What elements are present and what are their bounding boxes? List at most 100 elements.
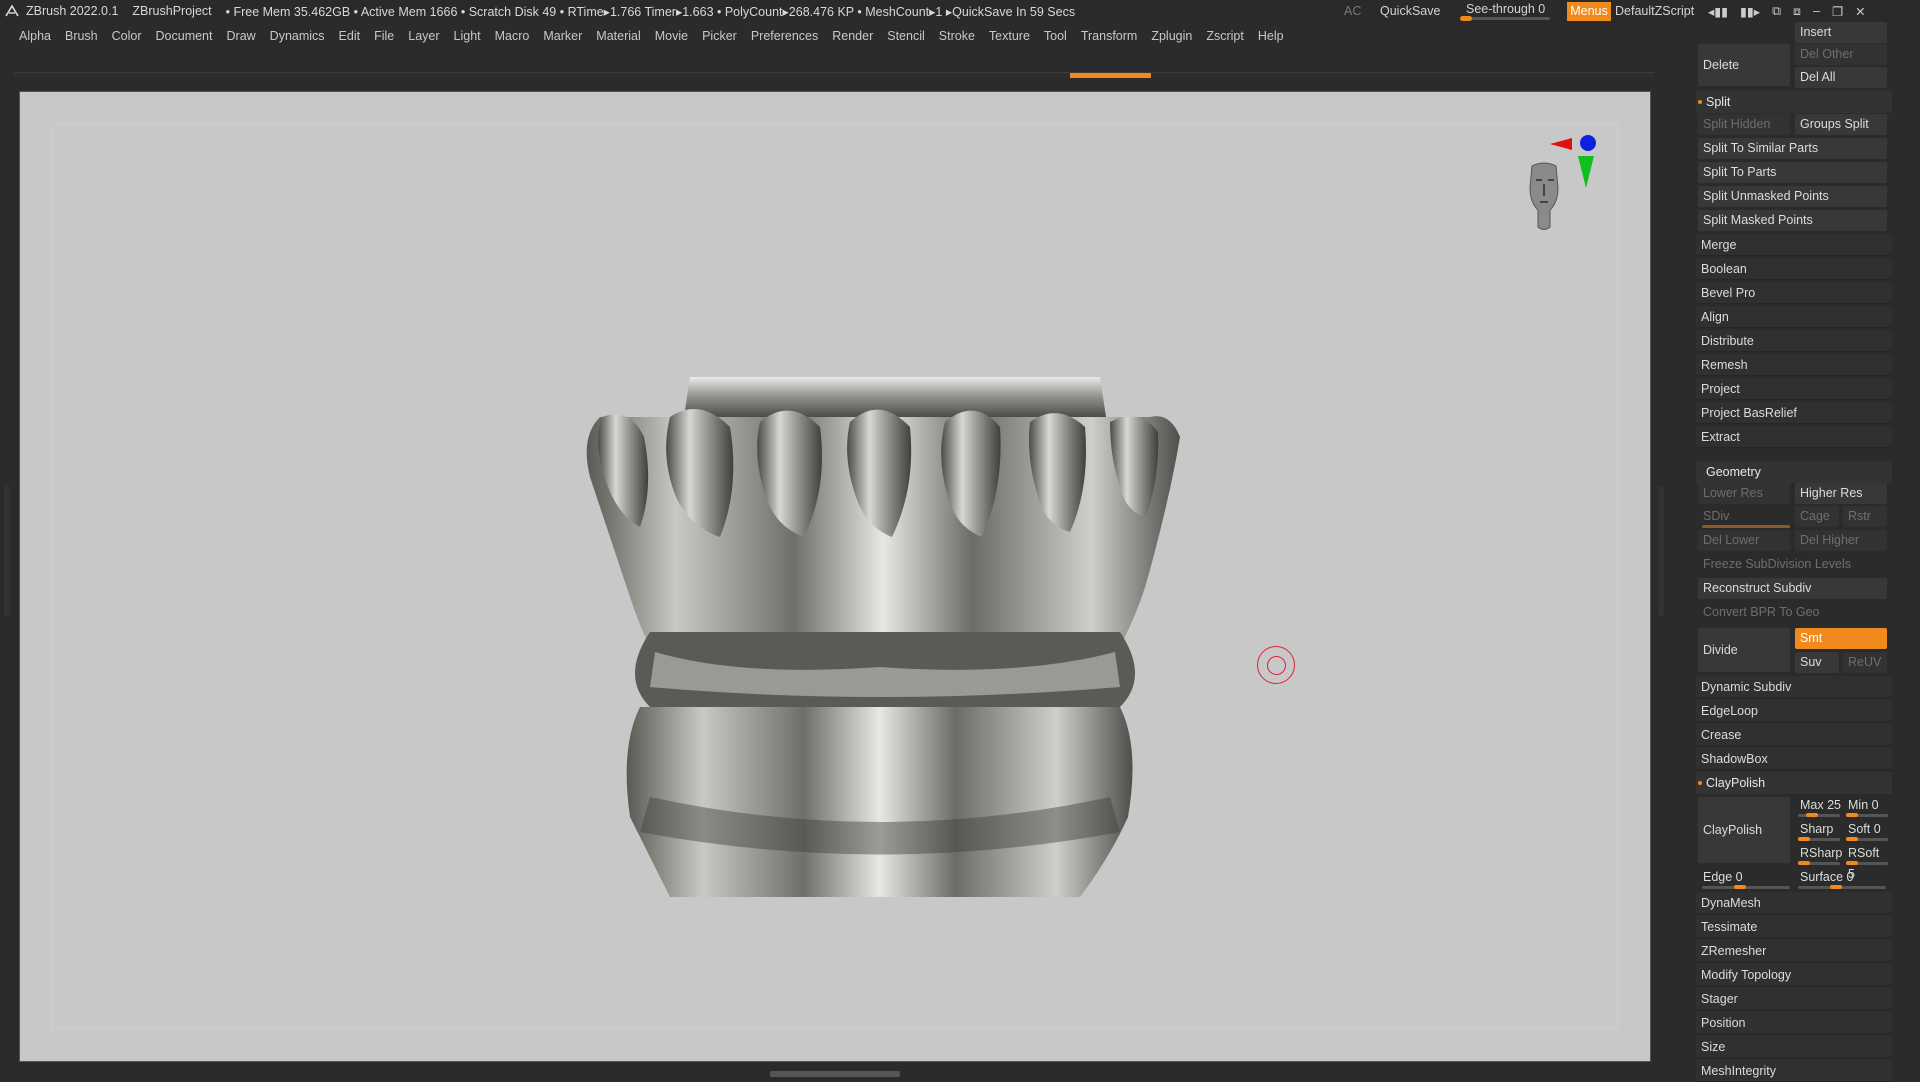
- menu-transform[interactable]: Transform: [1074, 29, 1145, 43]
- rstr-button[interactable]: Rstr: [1843, 506, 1887, 527]
- modify-topology-section[interactable]: Modify Topology: [1696, 964, 1892, 986]
- higher-res-button[interactable]: Higher Res: [1795, 483, 1887, 504]
- tessimate-section[interactable]: Tessimate: [1696, 916, 1892, 938]
- meshintegrity-section[interactable]: MeshIntegrity: [1696, 1060, 1892, 1082]
- see-through-slider[interactable]: See-through 0: [1460, 0, 1552, 22]
- project-section[interactable]: Project: [1696, 378, 1892, 400]
- menu-file[interactable]: File: [367, 29, 401, 43]
- reconstruct-subdiv-button[interactable]: Reconstruct Subdiv: [1698, 578, 1887, 599]
- stager-section[interactable]: Stager: [1696, 988, 1892, 1010]
- split-to-parts-button[interactable]: Split To Parts: [1698, 162, 1887, 183]
- layout-right-icon[interactable]: ▮▮▸: [1740, 4, 1760, 19]
- minimize-icon[interactable]: ‒: [1813, 4, 1820, 18]
- remesh-section[interactable]: Remesh: [1696, 354, 1892, 376]
- split-section-header[interactable]: Split: [1696, 91, 1892, 113]
- max-slider[interactable]: Max 25: [1795, 795, 1841, 816]
- sdiv-slider[interactable]: SDiv: [1698, 506, 1790, 527]
- zremesher-section[interactable]: ZRemesher: [1696, 940, 1892, 962]
- navigation-gizmo-icon[interactable]: [1510, 122, 1620, 242]
- close-icon[interactable]: ✕: [1855, 4, 1865, 19]
- reuv-toggle[interactable]: ReUV: [1843, 652, 1887, 673]
- menu-dynamics[interactable]: Dynamics: [263, 29, 332, 43]
- menu-stencil[interactable]: Stencil: [880, 29, 932, 43]
- extract-section[interactable]: Extract: [1696, 426, 1892, 448]
- del-lower-button[interactable]: Del Lower: [1698, 530, 1790, 551]
- see-through-knob[interactable]: [1460, 16, 1472, 21]
- bottom-tray-handle[interactable]: [770, 1071, 900, 1077]
- menu-picker[interactable]: Picker: [695, 29, 744, 43]
- size-section[interactable]: Size: [1696, 1036, 1892, 1058]
- min-slider-knob[interactable]: [1846, 813, 1858, 817]
- menu-brush[interactable]: Brush: [58, 29, 105, 43]
- groups-split-button[interactable]: Groups Split: [1795, 114, 1887, 135]
- menus-button[interactable]: Menus: [1567, 2, 1611, 21]
- cage-button[interactable]: Cage: [1795, 506, 1839, 527]
- viewport-canvas[interactable]: [19, 91, 1651, 1062]
- geometry-section-header[interactable]: Geometry: [1696, 461, 1892, 483]
- default-zscript-button[interactable]: DefaultZScript: [1615, 0, 1694, 22]
- project-basrelief-section[interactable]: Project BasRelief: [1696, 402, 1892, 424]
- sculpt-mesh-teeth[interactable]: [580, 377, 1180, 897]
- menu-marker[interactable]: Marker: [536, 29, 589, 43]
- position-section[interactable]: Position: [1696, 1012, 1892, 1034]
- smt-toggle[interactable]: Smt: [1795, 628, 1887, 649]
- bevel-pro-section[interactable]: Bevel Pro: [1696, 282, 1892, 304]
- menu-material[interactable]: Material: [589, 29, 647, 43]
- quicksave-button[interactable]: QuickSave: [1380, 0, 1440, 22]
- surface-slider-knob[interactable]: [1830, 885, 1842, 889]
- freeze-subdiv-button[interactable]: Freeze SubDivision Levels: [1698, 554, 1887, 575]
- top-shelf[interactable]: [14, 72, 1654, 78]
- crease-section[interactable]: Crease: [1696, 724, 1892, 746]
- boolean-section[interactable]: Boolean: [1696, 258, 1892, 280]
- menu-help[interactable]: Help: [1251, 29, 1291, 43]
- menu-preferences[interactable]: Preferences: [744, 29, 825, 43]
- left-tray-handle[interactable]: [4, 486, 10, 616]
- rsoft-slider-knob[interactable]: [1846, 861, 1858, 865]
- menu-draw[interactable]: Draw: [220, 29, 263, 43]
- layout-left-icon[interactable]: ◂▮▮: [1708, 4, 1728, 19]
- claypolish-button[interactable]: ClayPolish: [1698, 797, 1790, 863]
- divide-button[interactable]: Divide: [1698, 628, 1790, 672]
- menu-document[interactable]: Document: [149, 29, 220, 43]
- right-tray-handle[interactable]: [1658, 486, 1664, 616]
- del-all-button[interactable]: Del All: [1795, 67, 1887, 88]
- menu-alpha[interactable]: Alpha: [12, 29, 58, 43]
- distribute-section[interactable]: Distribute: [1696, 330, 1892, 352]
- window-save-icon[interactable]: ⧈: [1793, 4, 1801, 19]
- shadowbox-section[interactable]: ShadowBox: [1696, 748, 1892, 770]
- menu-render[interactable]: Render: [825, 29, 880, 43]
- split-hidden-button[interactable]: Split Hidden: [1698, 114, 1790, 135]
- sharp-slider-knob[interactable]: [1798, 837, 1810, 841]
- menu-zplugin[interactable]: Zplugin: [1144, 29, 1199, 43]
- insert-button[interactable]: Insert: [1795, 22, 1887, 43]
- align-section[interactable]: Align: [1696, 306, 1892, 328]
- menu-stroke[interactable]: Stroke: [932, 29, 982, 43]
- menu-edit[interactable]: Edit: [332, 29, 368, 43]
- max-slider-knob[interactable]: [1806, 813, 1818, 817]
- split-unmasked-button[interactable]: Split Unmasked Points: [1698, 186, 1887, 207]
- del-higher-button[interactable]: Del Higher: [1795, 530, 1887, 551]
- menu-macro[interactable]: Macro: [488, 29, 537, 43]
- menu-color[interactable]: Color: [105, 29, 149, 43]
- menu-light[interactable]: Light: [447, 29, 488, 43]
- menu-zscript[interactable]: Zscript: [1199, 29, 1251, 43]
- restore-icon[interactable]: ❐: [1832, 4, 1843, 19]
- menu-layer[interactable]: Layer: [401, 29, 446, 43]
- edge-slider-knob[interactable]: [1734, 885, 1746, 889]
- split-masked-button[interactable]: Split Masked Points: [1698, 210, 1887, 231]
- del-other-button[interactable]: Del Other: [1795, 44, 1887, 65]
- rsharp-slider-knob[interactable]: [1798, 861, 1810, 865]
- dynamic-subdiv-section[interactable]: Dynamic Subdiv: [1696, 676, 1892, 698]
- menu-movie[interactable]: Movie: [648, 29, 695, 43]
- ac-label[interactable]: AC: [1344, 0, 1361, 22]
- split-similar-parts-button[interactable]: Split To Similar Parts: [1698, 138, 1887, 159]
- delete-button[interactable]: Delete: [1698, 44, 1790, 86]
- dynamesh-section[interactable]: DynaMesh: [1696, 892, 1892, 914]
- menu-texture[interactable]: Texture: [982, 29, 1037, 43]
- menu-tool[interactable]: Tool: [1037, 29, 1074, 43]
- claypolish-section-header[interactable]: ClayPolish: [1696, 772, 1892, 794]
- convert-bpr-button[interactable]: Convert BPR To Geo: [1698, 602, 1887, 623]
- merge-section[interactable]: Merge: [1696, 234, 1892, 256]
- suv-toggle[interactable]: Suv: [1795, 652, 1839, 673]
- edgeloop-section[interactable]: EdgeLoop: [1696, 700, 1892, 722]
